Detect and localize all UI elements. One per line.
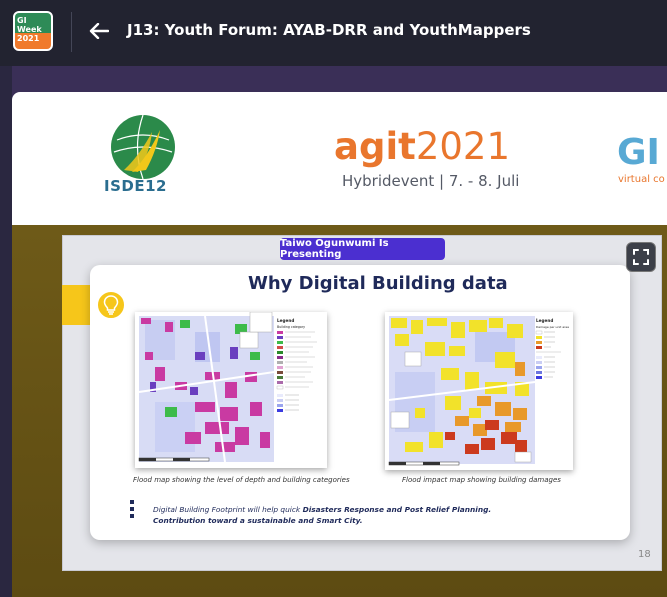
body-line1-prefix: Digital Building Footprint will help qui… [153, 505, 303, 514]
flood-impact-map-image: Legend Damage per unit area [385, 312, 573, 470]
flood-depth-map-image: Legend Building category [135, 311, 327, 468]
left-strip [0, 66, 12, 597]
gi-logo: GI [617, 132, 660, 173]
slide-body-line-1: Digital Building Footprint will help qui… [153, 505, 491, 514]
right-legend-sub: Damage per unit area [536, 325, 569, 329]
session-title: J13: Youth Forum: AYAB-DRR and YouthMapp… [127, 21, 531, 39]
gi-subtitle: virtual co [618, 174, 665, 185]
topbar-divider [71, 12, 72, 52]
logo-line-1: GI [17, 16, 27, 25]
sponsor-banner: ISDE12 agit2021 Hybridevent | 7. - 8. Ju… [12, 92, 667, 225]
bullet-marker [130, 500, 134, 522]
presenter-badge: Taiwo Ogunwumi Is Presenting [280, 238, 445, 260]
left-legend-sub: Building category [277, 325, 305, 329]
agit-title: agit2021 [334, 127, 510, 167]
body-line1-bold: Disasters Response and Post Relief Plann… [302, 505, 492, 514]
isde-label: ISDE12 [104, 177, 167, 195]
slide-page-number: 18 [638, 549, 651, 560]
top-bar: GI Week 2021 J13: Youth Forum: AYAB-DRR … [0, 0, 667, 66]
gi-week-logo[interactable]: GI Week 2021 [13, 11, 53, 51]
caption-depth-map: Flood map showing the level of depth and… [133, 476, 350, 484]
logo-text: GI Week 2021 [17, 16, 51, 43]
logo-line-3: 2021 [17, 34, 40, 43]
back-button[interactable] [86, 18, 112, 44]
flood-impact-map: Legend Damage per unit area [385, 312, 573, 470]
lightbulb-icon [103, 295, 119, 315]
right-legend-title: Legend [536, 318, 553, 323]
fullscreen-button[interactable] [626, 242, 656, 272]
agit-year: 2021 [415, 125, 510, 168]
bulb-badge [96, 290, 126, 320]
back-arrow-icon [89, 23, 109, 39]
agit-word: agit [334, 125, 416, 168]
fullscreen-icon [633, 249, 649, 265]
flood-depth-map: Legend Building category [135, 311, 327, 468]
left-legend-title: Legend [277, 318, 294, 323]
caption-impact-map: Flood impact map showing building damage… [402, 476, 561, 484]
logo-line-2: Week [17, 25, 42, 34]
agit-subtitle: Hybridevent | 7. - 8. Juli [342, 172, 520, 190]
slide-title: Why Digital Building data [248, 273, 508, 294]
slide-body-line-2: Contribution toward a sustainable and Sm… [153, 516, 363, 525]
